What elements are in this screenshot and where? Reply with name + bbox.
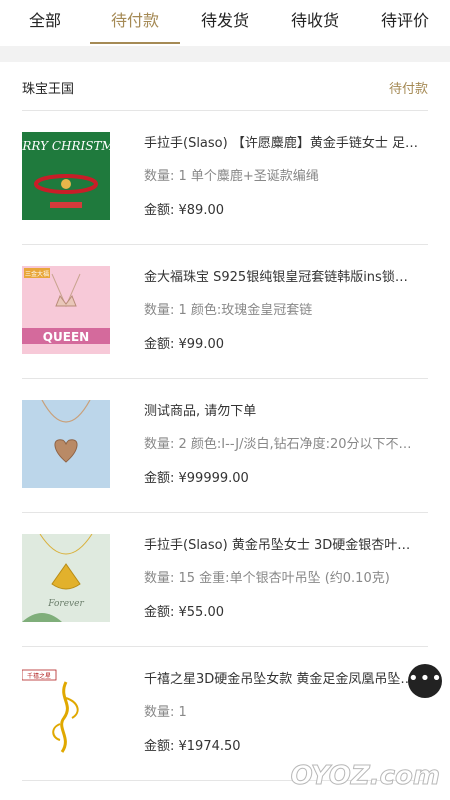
product-title: 手拉手(Slaso) 【许愿麋鹿】黄金手链女士 足金生肖狗红绳 xyxy=(144,136,420,151)
product-amount: 金额: ¥1974.50 xyxy=(144,739,241,754)
tab-pending-review[interactable]: 待评价 xyxy=(360,0,450,44)
thumb-caption: QUEEN xyxy=(43,330,89,344)
order-status: 待付款 xyxy=(388,82,428,97)
product-image: MERRY CHRISTMAS xyxy=(22,132,110,220)
product-image: 千禧之星 xyxy=(22,668,110,756)
product-spec: 数量: 1 xyxy=(144,705,187,720)
tab-pending-payment[interactable]: 待付款 xyxy=(90,0,180,44)
tab-pending-receipt[interactable]: 待收货 xyxy=(270,0,360,44)
active-tab-indicator xyxy=(90,42,180,44)
watermark-text: 4OYOZ.com xyxy=(290,761,440,791)
product-title: 手拉手(Slaso) 黄金吊坠女士 3D硬金银杏叶吊坠项链 xyxy=(144,538,420,553)
section-gap xyxy=(0,46,450,62)
product-amount: 金额: ¥55.00 xyxy=(144,605,224,620)
order-item[interactable]: 测试商品, 请勿下单 数量: 2 颜色:I--J/淡白,钻石净度:20分以下不分… xyxy=(0,378,450,512)
product-amount: 金额: ¥99.00 xyxy=(144,337,224,352)
shop-name: 珠宝王国 xyxy=(22,82,75,97)
tab-all[interactable]: 全部 xyxy=(0,0,90,44)
product-image xyxy=(22,400,110,488)
thumb-badge: 千禧之星 xyxy=(27,672,51,680)
product-spec: 数量: 15 金重:单个银杏叶吊坠 (约0.10克) xyxy=(144,571,390,586)
product-title: 千禧之星3D硬金吊坠女款 黄金足金凤凰吊坠项链 xyxy=(144,672,420,687)
product-spec: 数量: 1 单个麋鹿+圣诞款编绳 xyxy=(144,169,319,184)
product-spec: 数量: 1 颜色:玫瑰金皇冠套链 xyxy=(144,303,313,318)
product-title: 测试商品, 请勿下单 xyxy=(144,404,257,419)
more-menu-button[interactable]: ••• xyxy=(408,664,442,698)
order-item[interactable]: 三金大福 QUEEN 金大福珠宝 S925银纯银皇冠套链韩版ins锁骨链女 数量… xyxy=(0,244,450,378)
site-watermark: 4OYOZ.com xyxy=(271,750,448,796)
product-image: Forever xyxy=(22,534,110,622)
order-item[interactable]: MERRY CHRISTMAS 手拉手(Slaso) 【许愿麋鹿】黄金手链女士 … xyxy=(0,110,450,244)
thumb-caption: MERRY CHRISTMAS xyxy=(22,139,110,153)
product-spec: 数量: 2 颜色:I--J/淡白,钻石净度:20分以下不分级 xyxy=(144,437,420,452)
thumb-caption: Forever xyxy=(47,599,84,609)
product-amount: 金额: ¥99999.00 xyxy=(144,471,249,486)
thumb-badge: 三金大福 xyxy=(25,270,49,278)
tab-pending-shipment[interactable]: 待发货 xyxy=(180,0,270,44)
product-image: 三金大福 QUEEN xyxy=(22,266,110,354)
product-title: 金大福珠宝 S925银纯银皇冠套链韩版ins锁骨链女 xyxy=(144,270,420,285)
order-tabs: 全部 待付款 待发货 待收货 待评价 xyxy=(0,0,450,46)
product-amount: 金额: ¥89.00 xyxy=(144,203,224,218)
shop-header[interactable]: 珠宝王国 待付款 xyxy=(0,62,450,110)
order-item[interactable]: Forever 手拉手(Slaso) 黄金吊坠女士 3D硬金银杏叶吊坠项链 数量… xyxy=(0,512,450,646)
